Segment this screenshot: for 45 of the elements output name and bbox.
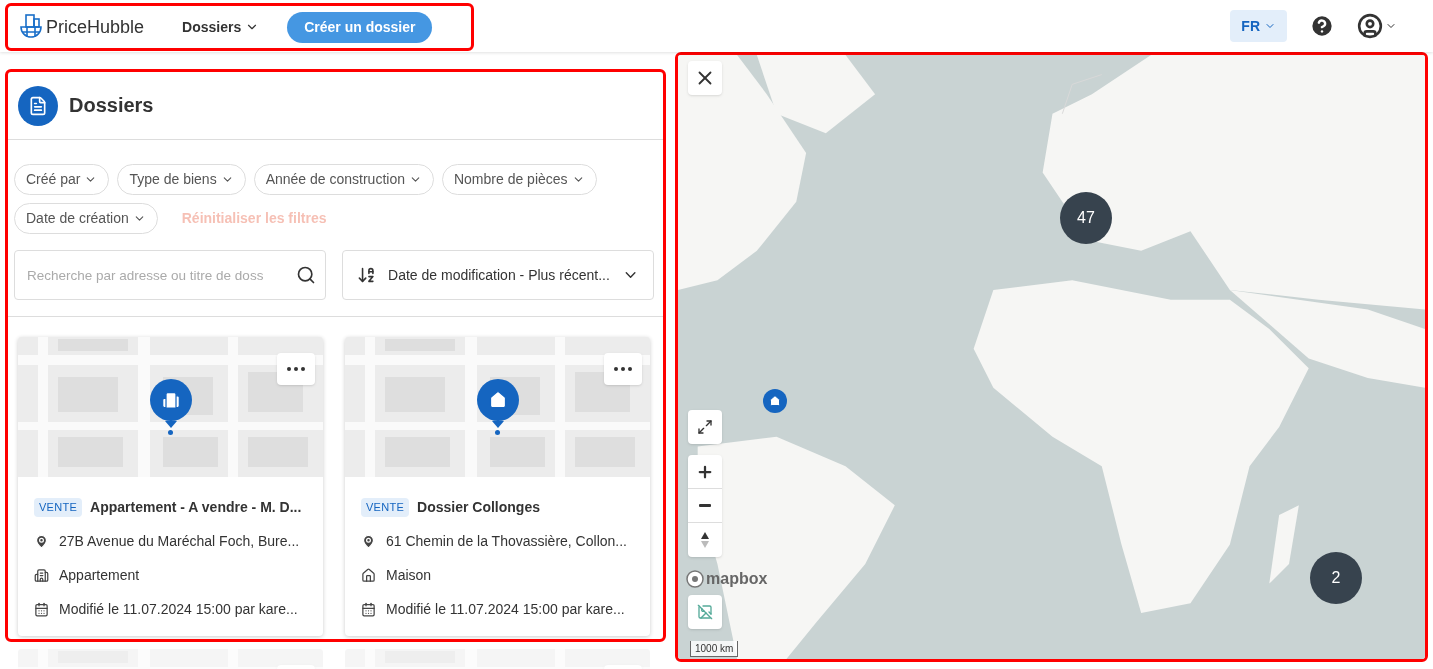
brand-name: PriceHubble [46,15,145,39]
sort-az-icon [357,265,377,285]
sale-tag: VENTE [361,498,410,517]
more-options-button[interactable] [604,353,642,385]
expand-icon [697,419,713,435]
help-icon[interactable] [1309,13,1335,39]
minus-icon [699,504,711,507]
property-type: Appartement [59,566,140,585]
calendar-icon [361,602,376,617]
close-button[interactable] [688,61,722,95]
more-options-button[interactable] [277,353,315,385]
user-icon [1357,13,1383,39]
sale-tag: VENTE [34,498,83,517]
document-glyph-icon [28,95,48,116]
building-icon [34,568,49,583]
mapbox-mark-icon [686,570,704,588]
logo-icon [19,14,43,40]
page-title: Dossiers [69,92,154,118]
nav-menu[interactable]: Dossiers [182,16,260,38]
search-field[interactable]: Recherche par adresse ou titre de doss [14,250,326,300]
card-title: Appartement - A vendre - M. D... [90,498,302,517]
house-icon [361,568,376,583]
property-type: Maison [386,566,432,585]
fullscreen-button[interactable] [688,410,722,444]
mapbox-logo[interactable]: mapbox [706,567,768,591]
pin-icon [34,534,49,549]
broken-image-icon [697,604,713,620]
dossier-card[interactable]: VENTE Dossier Collonges 61 Chemin de la Thovassière, Collon... Maison Modifié le 11.07.2024 15:00 par kare... [345,337,650,636]
scale-bar: 1000 km [690,641,739,657]
compass-icon [700,531,710,549]
sort-dropdown[interactable]: Date de modification - Plus récent... [342,250,654,300]
address-text: 27B Avenue du Maréchal Foch, Bure... [59,532,300,551]
modified-text: Modifié le 11.07.2024 15:00 par kare... [59,600,298,619]
search-icon[interactable] [296,265,316,285]
broken-image-button[interactable] [688,595,722,629]
account-menu[interactable] [1357,13,1397,39]
address-text: 61 Chemin de la Thovassière, Collon... [386,532,627,551]
dots-icon [287,367,305,371]
pin-icon [361,534,376,549]
card-title: Dossier Collonges [417,498,540,517]
language-selector[interactable]: FR [1230,10,1287,42]
dots-icon [614,367,632,371]
calendar-icon [34,602,49,617]
dossier-card[interactable]: VENTE Appartement - A vendre - M. D... 27B Avenue du Maréchal Foch, Bure... Appartement Modifié le 11.07.2024 15:00 par kare... [18,337,323,636]
modified-text: Modifié le 11.07.2024 15:00 par kare... [386,600,625,619]
